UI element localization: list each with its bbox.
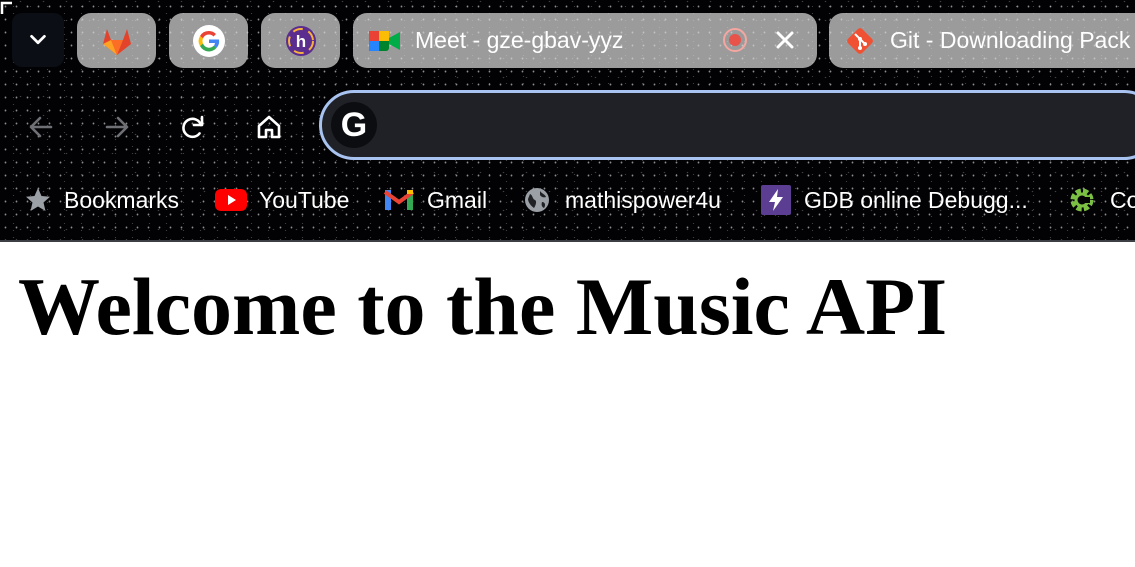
bookmark-youtube[interactable]: YouTube (215, 183, 349, 217)
page-content: Welcome to the Music API (0, 242, 1135, 567)
tab-title: Git - Downloading Pack (890, 27, 1131, 53)
youtube-icon (215, 184, 247, 216)
back-button[interactable] (22, 108, 60, 146)
pinned-tab-gitlab[interactable] (77, 13, 156, 68)
address-input[interactable] (388, 105, 1132, 147)
gear-icon (1066, 184, 1098, 216)
chevron-down-icon (30, 34, 46, 45)
google-search-icon: G (331, 102, 377, 148)
home-icon (257, 115, 281, 139)
bookmark-mathispower4u[interactable]: mathispower4u (521, 183, 721, 217)
address-bar[interactable]: G (319, 90, 1135, 160)
back-arrow-icon (29, 116, 53, 138)
bookmark-label: Bookmarks (64, 186, 180, 213)
bookmark-label: mathispower4u (565, 186, 721, 213)
bookmark-gdb-online[interactable]: GDB online Debugg... (760, 183, 1028, 217)
git-icon (847, 27, 873, 54)
google-icon (192, 24, 225, 57)
google-meet-icon (369, 30, 400, 51)
page-heading: Welcome to the Music API (18, 261, 948, 352)
pinned-tab-google[interactable] (169, 13, 248, 68)
bookmark-bookmarks[interactable]: Bookmarks (22, 183, 179, 217)
globe-icon (521, 184, 553, 216)
reload-icon (182, 115, 204, 139)
svg-text:h: h (295, 32, 305, 51)
browser-chrome: h Meet - gze-gbav-yyz Git - Downloading … (0, 0, 1135, 242)
bookmark-gmail[interactable]: Gmail (383, 183, 487, 217)
reload-button[interactable] (174, 108, 212, 146)
lightning-icon (760, 184, 792, 216)
bookmark-label: YouTube (259, 186, 350, 213)
tab-search-button[interactable] (12, 13, 64, 67)
pinned-tab-h[interactable]: h (261, 13, 340, 68)
tab-git[interactable]: Git - Downloading Pack (829, 13, 1135, 68)
corner-bracket-icon (0, 1, 12, 14)
star-icon (22, 184, 54, 216)
forward-arrow-icon (105, 116, 129, 138)
bookmark-label: GDB online Debugg... (804, 186, 1028, 213)
gmail-icon (383, 184, 415, 216)
close-icon[interactable] (773, 28, 797, 52)
bookmark-label: Co (1110, 186, 1135, 213)
recording-indicator-icon (723, 28, 747, 52)
search-engine-letter: G (340, 106, 368, 144)
bookmark-co[interactable]: Co (1066, 183, 1135, 217)
home-button[interactable] (250, 108, 288, 146)
h-logo-icon: h (285, 25, 316, 56)
tab-title: Meet - gze-gbav-yyz (415, 27, 624, 53)
tab-meet[interactable]: Meet - gze-gbav-yyz (353, 13, 817, 68)
gitlab-icon (102, 28, 131, 55)
bookmark-label: Gmail (427, 186, 488, 213)
forward-button[interactable] (98, 108, 136, 146)
